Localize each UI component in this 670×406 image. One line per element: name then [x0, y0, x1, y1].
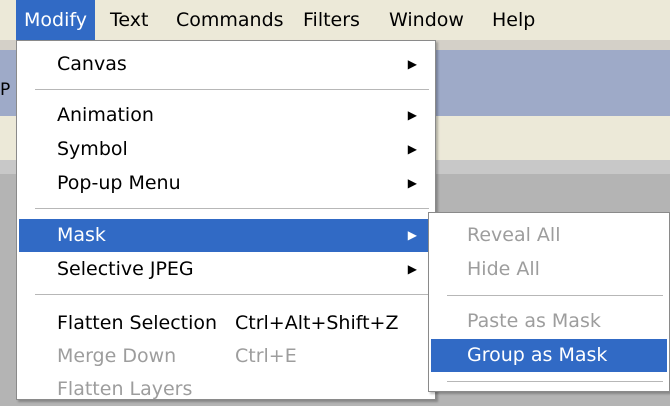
menu-separator — [447, 295, 663, 297]
menu-window[interactable]: Window — [381, 0, 472, 40]
menu-separator — [35, 208, 429, 210]
menu-item-label: Paste as Mask — [467, 310, 601, 332]
submenu-item-reveal-all[interactable]: Reveal All — [431, 219, 667, 252]
submenu-arrow-icon: ▶ — [407, 142, 417, 156]
menu-item-animation[interactable]: Animation ▶ — [19, 99, 433, 132]
menu-commands[interactable]: Commands — [168, 0, 292, 40]
menu-bar: Modify Text Commands Filters Window Help — [0, 0, 670, 40]
menu-modify[interactable]: Modify — [16, 0, 95, 40]
menu-separator — [35, 89, 429, 91]
menu-item-label: Group as Mask — [467, 344, 608, 366]
menu-filters[interactable]: Filters — [295, 0, 368, 40]
submenu-item-group-as-mask[interactable]: Group as Mask — [431, 339, 667, 372]
menu-item-shortcut: Ctrl+Alt+Shift+Z — [235, 312, 399, 334]
menu-separator — [35, 294, 429, 296]
submenu-arrow-icon: ▶ — [407, 262, 417, 276]
submenu-arrow-icon: ▶ — [407, 108, 417, 122]
menu-item-label: Flatten Layers — [57, 378, 193, 400]
submenu-arrow-icon: ▶ — [407, 228, 417, 242]
menu-text[interactable]: Text — [102, 0, 156, 40]
menu-item-symbol[interactable]: Symbol ▶ — [19, 133, 433, 166]
menu-item-label: Mask — [57, 224, 106, 246]
menu-item-label: Animation — [57, 104, 154, 126]
menu-item-selective-jpeg[interactable]: Selective JPEG ▶ — [19, 253, 433, 286]
menu-item-flatten-layers[interactable]: Flatten Layers — [19, 373, 433, 406]
submenu-arrow-icon: ▶ — [407, 176, 417, 190]
menu-item-label: Selective JPEG — [57, 258, 194, 280]
mask-submenu: Reveal All Hide All Paste as Mask Group … — [428, 212, 670, 392]
menu-item-mask[interactable]: Mask ▶ — [19, 219, 433, 252]
menu-item-label: Reveal All — [467, 224, 561, 246]
menu-help[interactable]: Help — [484, 0, 543, 40]
submenu-arrow-icon: ▶ — [407, 57, 417, 71]
modify-menu: Canvas ▶ Animation ▶ Symbol ▶ Pop-up Men… — [16, 40, 436, 400]
menu-item-popup-menu[interactable]: Pop-up Menu ▶ — [19, 167, 433, 200]
menu-item-flatten-selection[interactable]: Flatten Selection Ctrl+Alt+Shift+Z — [19, 307, 433, 340]
submenu-item-hide-all[interactable]: Hide All — [431, 253, 667, 286]
menu-item-label: Symbol — [57, 138, 128, 160]
submenu-item-paste-as-mask[interactable]: Paste as Mask — [431, 305, 667, 338]
menu-item-canvas[interactable]: Canvas ▶ — [19, 48, 433, 81]
menu-item-label: Pop-up Menu — [57, 172, 181, 194]
panel-title-fragment: P — [0, 80, 11, 100]
menu-item-merge-down[interactable]: Merge Down Ctrl+E — [19, 340, 433, 373]
menu-separator — [447, 381, 663, 383]
menu-item-label: Merge Down — [57, 345, 177, 367]
menu-item-label: Hide All — [467, 258, 540, 280]
menu-item-shortcut: Ctrl+E — [235, 345, 297, 367]
menu-item-label: Canvas — [57, 53, 127, 75]
menu-item-label: Flatten Selection — [57, 312, 218, 334]
